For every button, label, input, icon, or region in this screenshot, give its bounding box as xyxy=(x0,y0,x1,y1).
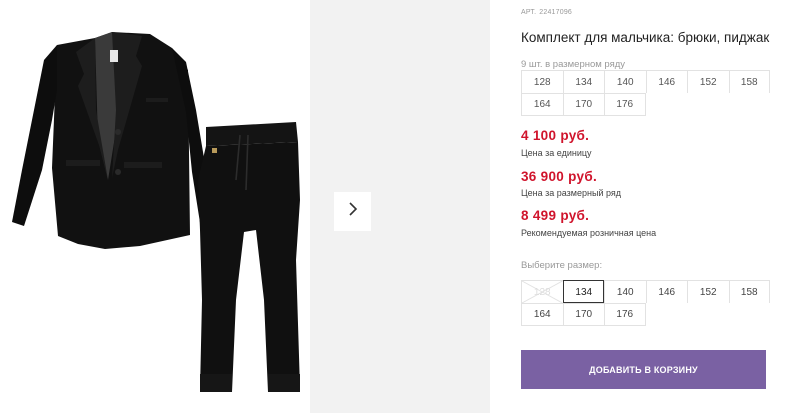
gallery-next-button[interactable] xyxy=(334,192,371,231)
pack-size-cell: 146 xyxy=(645,70,687,93)
next-photo-preview[interactable] xyxy=(310,0,490,413)
size-option[interactable]: 164 xyxy=(521,303,563,326)
unit-price: 4 100 руб. xyxy=(521,128,590,143)
size-option[interactable]: 158 xyxy=(728,280,770,303)
size-option[interactable]: 176 xyxy=(604,303,646,326)
unit-price-label: Цена за единицу xyxy=(521,148,592,158)
retail-price: 8 499 руб. xyxy=(521,208,590,223)
size-picker-label: Выберите размер: xyxy=(521,260,603,271)
product-photo[interactable] xyxy=(0,0,310,413)
pack-size-cell: 176 xyxy=(604,93,646,116)
pack-size-cell: 164 xyxy=(521,93,563,116)
size-picker-grid: 128 134 140 146 152 158 164 170 176 xyxy=(521,280,771,326)
pack-note: 9 шт. в размерном ряду xyxy=(521,59,626,70)
pack-price-label: Цена за размерный ряд xyxy=(521,188,622,198)
pack-size-cell: 158 xyxy=(728,70,770,93)
retail-price-label: Рекомендуемая розничная цена xyxy=(521,228,657,238)
pack-size-cell: 128 xyxy=(521,70,563,93)
pack-size-cell: 140 xyxy=(604,70,646,93)
pack-size-cell: 152 xyxy=(687,70,729,93)
size-option-label: 128 xyxy=(533,286,551,298)
size-option[interactable]: 140 xyxy=(604,280,646,303)
product-title: Комплект для мальчика: брюки, пиджак xyxy=(521,30,770,45)
suit-image xyxy=(12,32,300,392)
size-option-selected[interactable]: 134 xyxy=(562,280,604,303)
article-value: 22417096 xyxy=(539,9,573,16)
pack-size-cell: 134 xyxy=(562,70,604,93)
chevron-right-icon xyxy=(347,201,359,222)
article-number: АРТ. 22417096 xyxy=(521,9,572,16)
size-option[interactable]: 152 xyxy=(687,280,729,303)
size-option-disabled: 128 xyxy=(521,280,563,303)
size-option[interactable]: 146 xyxy=(645,280,687,303)
pack-size-cell: 170 xyxy=(562,93,604,116)
product-gallery xyxy=(0,0,490,413)
pack-price: 36 900 руб. xyxy=(521,169,598,184)
add-to-cart-button[interactable]: ДОБАВИТЬ В КОРЗИНУ xyxy=(521,350,766,389)
size-option[interactable]: 170 xyxy=(562,303,604,326)
article-label: АРТ. xyxy=(521,9,537,16)
pack-sizes-grid: 128 134 140 146 152 158 164 170 176 xyxy=(521,70,771,116)
